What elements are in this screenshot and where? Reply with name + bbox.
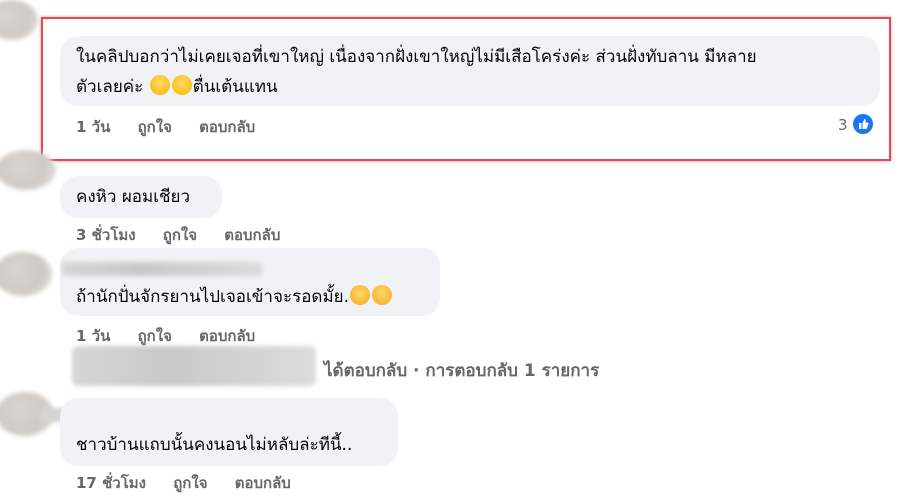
like-button[interactable]: ถูกใจ — [173, 474, 207, 492]
crying-emoji-icon — [372, 285, 393, 305]
reply-button[interactable]: ตอบกลับ — [224, 226, 280, 244]
comment-timestamp[interactable]: 1 วัน — [76, 327, 110, 345]
comment-bubble: ถ้านักปั่นจักรยานไปเจอเข้าจะรอดมั้ย. — [60, 248, 440, 316]
commenter-name[interactable] — [62, 262, 262, 276]
like-button[interactable]: ถูกใจ — [163, 226, 197, 244]
comment-text-line: ถ้านักปั่นจักรยานไปเจอเข้าจะรอดมั้ย. — [76, 282, 424, 312]
avatar[interactable] — [0, 0, 38, 40]
avatar[interactable] — [0, 252, 52, 296]
comment-timestamp[interactable]: 3 ชั่วโมง — [76, 226, 136, 244]
view-replies-link[interactable]: ได้ตอบกลับ · การตอบกลับ 1 รายการ — [324, 357, 599, 384]
comment-timestamp[interactable]: 17 ชั่วโมง — [76, 474, 146, 492]
like-button[interactable]: ถูกใจ — [138, 327, 172, 345]
comment-text: คงหิว ผอมเชียว — [76, 187, 191, 207]
comment-actions: 1 วัน ถูกใจ ตอบกลับ — [76, 324, 277, 348]
comment-actions: 3 ชั่วโมง ถูกใจ ตอบกลับ — [76, 223, 302, 247]
comment-actions: 17 ชั่วโมง ถูกใจ ตอบกลับ — [76, 471, 313, 495]
reply-button[interactable]: ตอบกลับ — [235, 474, 291, 492]
comment-bubble: ชาวบ้านแถบนั้นคงนอนไม่หลับล่ะทีนี้.. — [60, 398, 398, 466]
avatar[interactable] — [0, 150, 56, 190]
reply-button[interactable]: ตอบกลับ — [199, 327, 255, 345]
replier-avatars[interactable] — [72, 346, 316, 386]
comments-page: ในคลิปบอกว่าไม่เคยเจอที่เขาใหญ่ เนื่องจา… — [0, 0, 903, 497]
crying-emoji-icon — [350, 285, 371, 305]
highlight-box — [41, 17, 891, 161]
comment-text: ถ้านักปั่นจักรยานไปเจอเข้าจะรอดมั้ย. — [76, 287, 350, 307]
comment-text: ชาวบ้านแถบนั้นคงนอนไม่หลับล่ะทีนี้.. — [76, 435, 353, 455]
comment-bubble: คงหิว ผอมเชียว — [60, 176, 222, 218]
